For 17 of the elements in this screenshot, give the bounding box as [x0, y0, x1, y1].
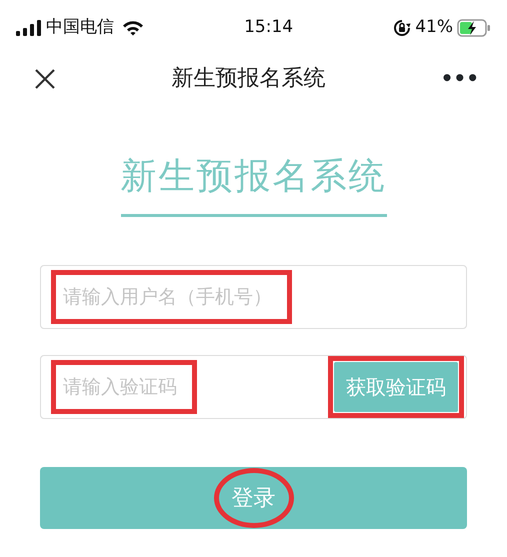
- signal-icon: [16, 20, 42, 36]
- rotation-lock-icon: [393, 19, 412, 37]
- close-icon: [34, 68, 56, 90]
- carrier-name: 中国电信: [46, 16, 114, 40]
- input-field[interactable]: 请输入验证码 获取验证码: [40, 355, 467, 419]
- wifi-icon: [122, 20, 144, 36]
- battery-percent: 41%: [415, 16, 453, 40]
- form-heading: 新生预报名系统: [120, 150, 386, 217]
- more-button[interactable]: •••: [440, 63, 479, 93]
- battery-charging-icon: [456, 19, 491, 37]
- status-time: 15:14: [244, 16, 294, 40]
- get-code-button[interactable]: 获取验证码: [334, 362, 458, 412]
- page-title: 新生预报名系统: [171, 64, 326, 92]
- input-field[interactable]: 请输入用户名（手机号）: [41, 266, 466, 328]
- close-button[interactable]: [34, 66, 56, 90]
- input-field[interactable]: 请输入验证码: [41, 356, 334, 418]
- login-button[interactable]: 登录: [40, 467, 467, 529]
